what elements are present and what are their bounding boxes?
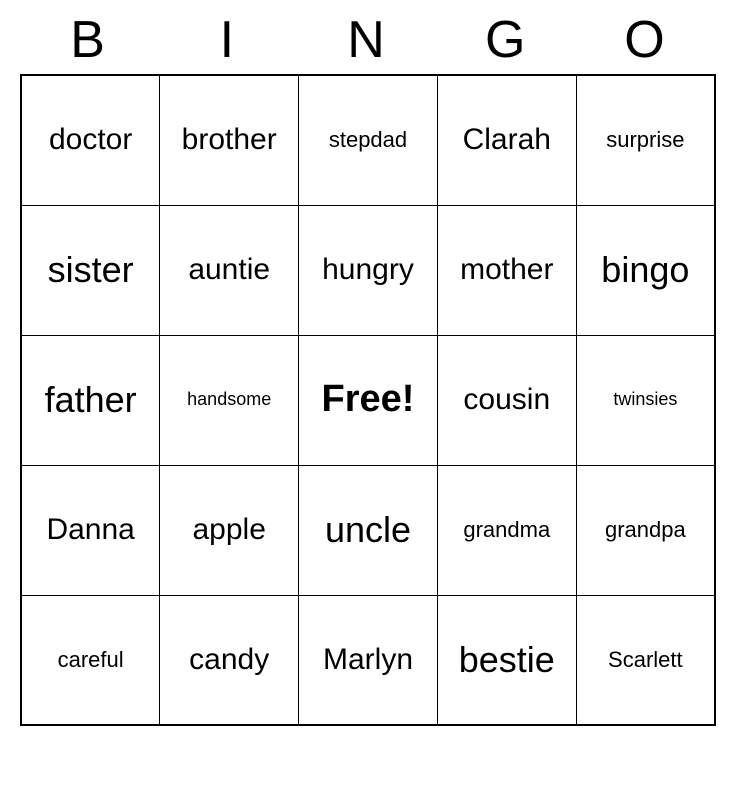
table-row: father handsome Free! cousin twinsies [21,335,715,465]
list-item: Danna [21,465,160,595]
cell-text: surprise [606,127,684,152]
cell-text: doctor [49,123,132,156]
header-b: B [20,10,159,70]
cell-text: cousin [463,383,550,416]
list-item: candy [160,595,299,725]
table-row: careful candy Marlyn bestie Scarlett [21,595,715,725]
table-row: sister auntie hungry mother bingo [21,205,715,335]
cell-text: careful [58,647,124,672]
list-item: Marlyn [299,595,438,725]
cell-text: twinsies [613,389,677,409]
list-item: bingo [576,205,715,335]
list-item: apple [160,465,299,595]
list-item: brother [160,75,299,205]
list-item: father [21,335,160,465]
cell-text: sister [48,249,134,290]
cell-text: apple [192,513,265,546]
list-item: stepdad [299,75,438,205]
list-item: bestie [437,595,576,725]
cell-text: uncle [325,509,411,550]
cell-text: Marlyn [323,643,413,676]
list-item: Scarlett [576,595,715,725]
table-row: Danna apple uncle grandma grandpa [21,465,715,595]
cell-text: bingo [601,249,689,290]
list-item: careful [21,595,160,725]
cell-text: Scarlett [608,647,683,672]
list-item: cousin [437,335,576,465]
cell-text: Free! [322,378,415,420]
list-item: twinsies [576,335,715,465]
list-item: handsome [160,335,299,465]
table-row: doctor brother stepdad Clarah surprise [21,75,715,205]
list-item: grandma [437,465,576,595]
list-item: sister [21,205,160,335]
header-o: O [577,10,716,70]
list-item: uncle [299,465,438,595]
header-n: N [298,10,437,70]
cell-text: grandpa [605,517,686,542]
cell-text: father [45,379,137,420]
cell-text: auntie [188,253,270,286]
cell-text: handsome [187,389,271,409]
cell-text: hungry [322,253,414,286]
list-item: mother [437,205,576,335]
list-item: surprise [576,75,715,205]
list-item: Clarah [437,75,576,205]
cell-text: grandma [463,517,550,542]
bingo-grid: doctor brother stepdad Clarah surprise sister… [20,74,716,726]
list-item: auntie [160,205,299,335]
bingo-header: B I N G O [20,10,716,70]
cell-text: mother [460,253,553,286]
list-item: Free! [299,335,438,465]
list-item: grandpa [576,465,715,595]
cell-text: stepdad [329,127,407,152]
cell-text: bestie [459,639,555,680]
cell-text: Clarah [463,123,551,156]
cell-text: candy [189,643,269,676]
list-item: hungry [299,205,438,335]
cell-text: brother [182,123,277,156]
cell-text: Danna [46,513,134,546]
header-g: G [438,10,577,70]
header-i: I [159,10,298,70]
list-item: doctor [21,75,160,205]
